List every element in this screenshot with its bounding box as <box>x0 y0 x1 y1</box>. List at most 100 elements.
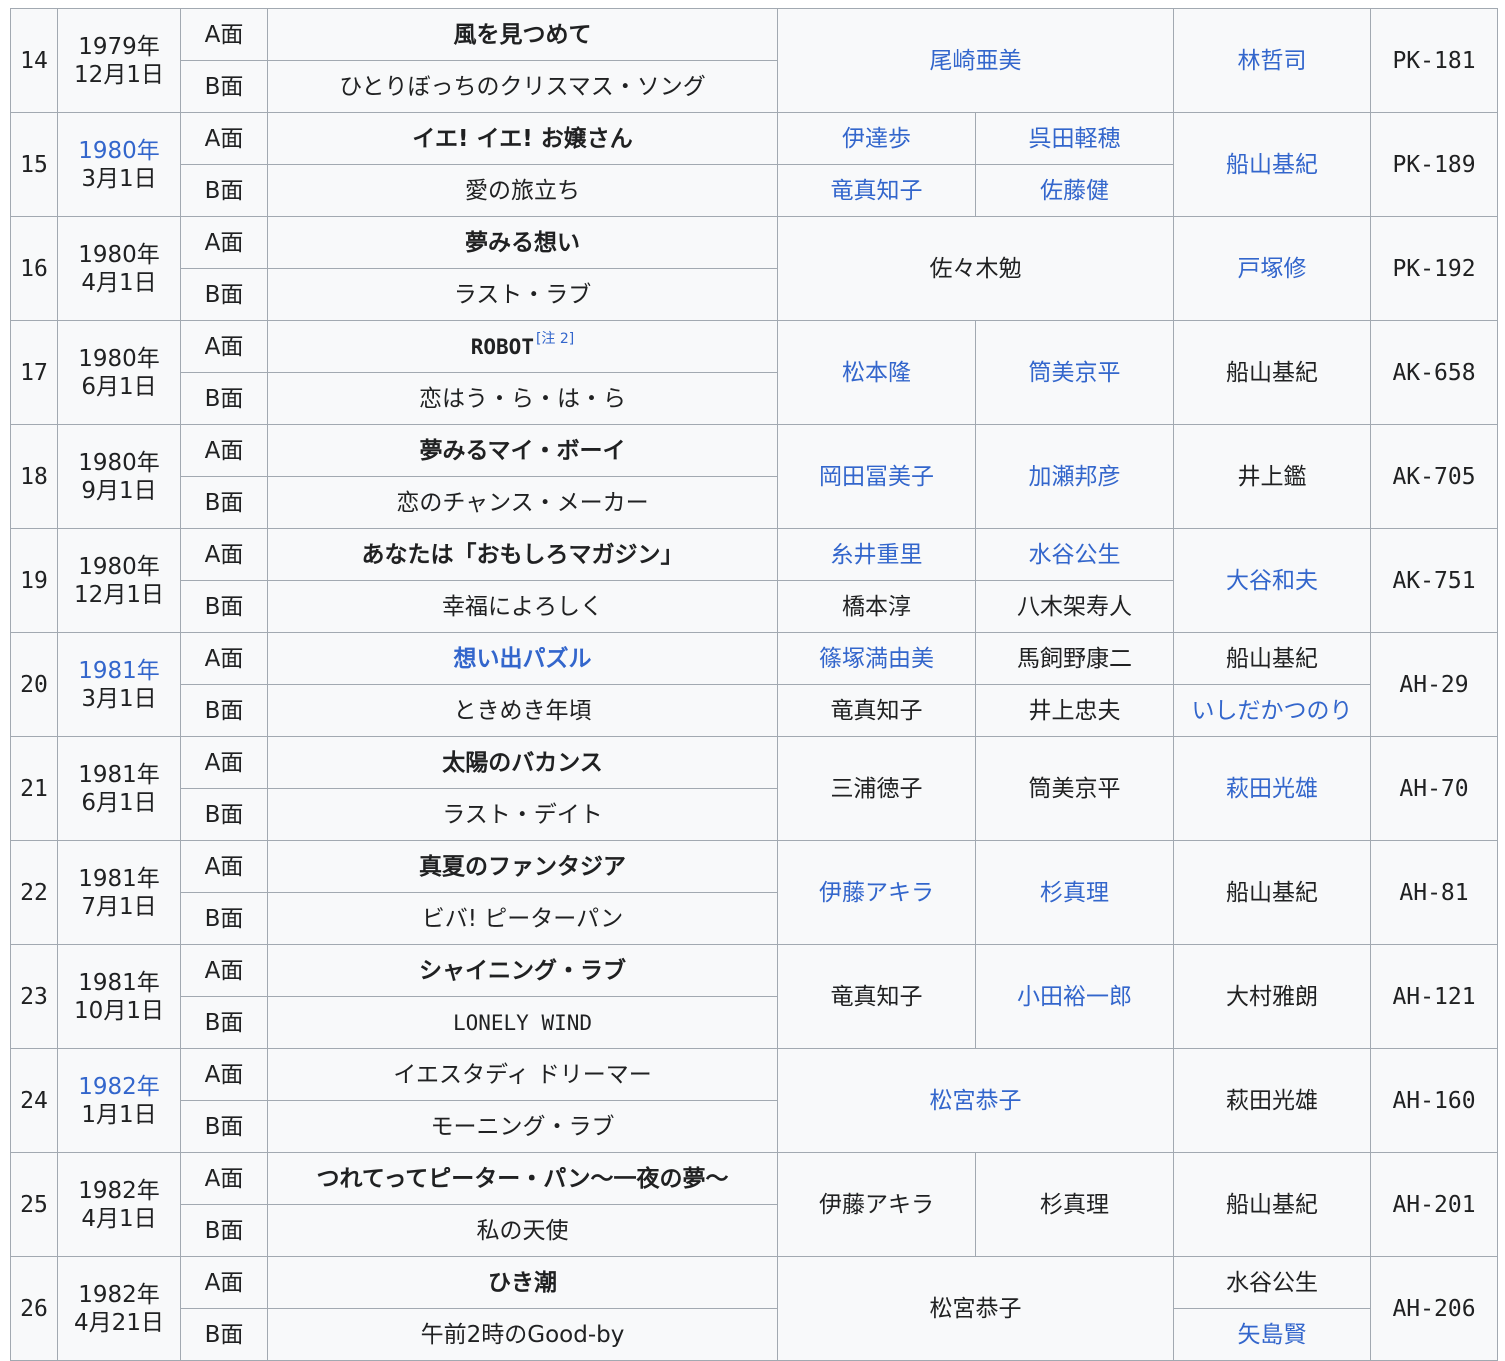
release-year: 1982年 <box>78 1177 160 1204</box>
song-title: ビバ! ピーターパン <box>267 892 778 945</box>
release-day: 4月1日 <box>81 269 157 296</box>
lyricist-link[interactable]: 篠塚満由美 <box>777 632 976 685</box>
catalog-number: AH-81 <box>1370 840 1498 945</box>
song-title: イエ! イエ! お嬢さん <box>267 112 778 165</box>
single-number: 16 <box>10 216 58 321</box>
discography-table: 14 1979年 12月1日 A面 風を見つめて 尾崎亜美 林哲司 PK-181 … <box>10 8 1498 1361</box>
arranger-link[interactable]: 大谷和夫 <box>1173 528 1371 633</box>
song-title: ひとりぼっちのクリスマス・ソング <box>267 60 778 113</box>
release-year-link[interactable]: 1982年 <box>78 1074 160 1100</box>
song-title-link[interactable]: 想い出パズル <box>267 632 778 685</box>
table-row: 25 1982年 4月1日 A面 つれてってピーター・パン〜一夜の夢〜 伊藤アキラ… <box>10 1152 1498 1257</box>
side-label: A面 <box>180 424 268 477</box>
side-label: B面 <box>180 996 268 1049</box>
lyricist-link[interactable]: 松本隆 <box>777 320 976 425</box>
composer-link[interactable]: 佐藤健 <box>975 164 1174 217</box>
lyricist-composer-link[interactable]: 松宮恭子 <box>777 1048 1174 1153</box>
release-year: 1981年 <box>78 761 160 788</box>
song-title: 恋のチャンス・メーカー <box>267 476 778 529</box>
arranger-link[interactable]: いしだかつのり <box>1173 684 1371 737</box>
release-date: 1979年 12月1日 <box>57 8 181 113</box>
song-title-text: LONELY WIND <box>452 1010 593 1035</box>
side-label: B面 <box>180 1308 268 1361</box>
release-year-link[interactable]: 1980年 <box>78 138 160 164</box>
single-number: 19 <box>10 528 58 633</box>
composer-link[interactable]: 小田裕一郎 <box>975 944 1174 1049</box>
catalog-number: AK-705 <box>1370 424 1498 529</box>
release-day: 1月1日 <box>81 1101 157 1128</box>
release-date: 1980年 9月1日 <box>57 424 181 529</box>
lyricist: 三浦徳子 <box>777 736 976 841</box>
arranger-link[interactable]: 萩田光雄 <box>1173 736 1371 841</box>
lyricist-link[interactable]: 伊達歩 <box>777 112 976 165</box>
lyricist: 竜真知子 <box>777 944 976 1049</box>
song-title: 私の天使 <box>267 1204 778 1257</box>
arranger: 井上鑑 <box>1173 424 1371 529</box>
release-day: 6月1日 <box>81 789 157 816</box>
composer-link[interactable]: 呉田軽穂 <box>975 112 1174 165</box>
arranger-link[interactable]: 戸塚修 <box>1173 216 1371 321</box>
single-number: 15 <box>10 112 58 217</box>
single-number: 17 <box>10 320 58 425</box>
arranger-link[interactable]: 矢島賢 <box>1173 1308 1371 1361</box>
song-title: 午前2時のGood-by <box>267 1308 778 1361</box>
arranger: 船山基紀 <box>1173 320 1371 425</box>
catalog-number: AH-70 <box>1370 736 1498 841</box>
lyricist-link[interactable]: 竜真知子 <box>777 164 976 217</box>
lyricist-composer-link[interactable]: 尾崎亜美 <box>777 8 1174 113</box>
single-number: 18 <box>10 424 58 529</box>
arranger-link[interactable]: 船山基紀 <box>1173 112 1371 217</box>
composer-link[interactable]: 筒美京平 <box>975 320 1174 425</box>
catalog-number: AH-201 <box>1370 1152 1498 1257</box>
table-row: 21 1981年 6月1日 A面 太陽のバカンス 三浦徳子 筒美京平 萩田光雄 A… <box>10 736 1498 841</box>
arranger-link[interactable]: 林哲司 <box>1173 8 1371 113</box>
side-label: B面 <box>180 892 268 945</box>
side-label: A面 <box>180 840 268 893</box>
song-title: ラスト・ラブ <box>267 268 778 321</box>
composer-link[interactable]: 杉真理 <box>975 840 1174 945</box>
side-label: B面 <box>180 60 268 113</box>
release-day: 4月1日 <box>81 1205 157 1232</box>
table-row: 20 1981年 3月1日 A面 想い出パズル 篠塚満由美 馬飼野康二 船山基紀 … <box>10 632 1498 737</box>
footnote-link[interactable]: [注 2] <box>536 331 574 347</box>
side-label: B面 <box>180 268 268 321</box>
release-year-link[interactable]: 1981年 <box>78 658 160 684</box>
release-day: 12月1日 <box>74 581 164 608</box>
side-label: A面 <box>180 1048 268 1101</box>
release-year: 1980年 <box>78 241 160 268</box>
lyricist: 竜真知子 <box>777 684 976 737</box>
catalog-number: PK-189 <box>1370 112 1498 217</box>
song-title: モーニング・ラブ <box>267 1100 778 1153</box>
song-title: ときめき年頃 <box>267 684 778 737</box>
catalog-number: AH-29 <box>1370 632 1498 737</box>
composer-link[interactable]: 加瀬邦彦 <box>975 424 1174 529</box>
table-row: 14 1979年 12月1日 A面 風を見つめて 尾崎亜美 林哲司 PK-181 <box>10 8 1498 113</box>
song-title: 恋はう・ら・は・ら <box>267 372 778 425</box>
side-label: A面 <box>180 944 268 997</box>
side-label: B面 <box>180 164 268 217</box>
song-title: 太陽のバカンス <box>267 736 778 789</box>
side-label: A面 <box>180 528 268 581</box>
lyricist-link[interactable]: 糸井重里 <box>777 528 976 581</box>
release-day: 6月1日 <box>81 373 157 400</box>
composer-link[interactable]: 水谷公生 <box>975 528 1174 581</box>
single-number: 20 <box>10 632 58 737</box>
release-day: 12月1日 <box>74 61 164 88</box>
song-title: 真夏のファンタジア <box>267 840 778 893</box>
composer: 筒美京平 <box>975 736 1174 841</box>
release-year: 1981年 <box>78 865 160 892</box>
lyricist-link[interactable]: 岡田冨美子 <box>777 424 976 529</box>
release-day: 3月1日 <box>81 165 157 192</box>
catalog-number: AK-751 <box>1370 528 1498 633</box>
arranger: 船山基紀 <box>1173 840 1371 945</box>
song-title: 夢みるマイ・ボーイ <box>267 424 778 477</box>
release-date: 1981年 3月1日 <box>57 632 181 737</box>
table-row: B面 午前2時のGood-by 矢島賢 <box>11 1308 1498 1361</box>
table-row: 22 1981年 7月1日 A面 真夏のファンタジア 伊藤アキラ 杉真理 船山基紀… <box>10 840 1498 945</box>
side-label: B面 <box>180 580 268 633</box>
side-label: A面 <box>180 632 268 685</box>
release-year: 1980年 <box>78 553 160 580</box>
lyricist-link[interactable]: 伊藤アキラ <box>777 840 976 945</box>
side-label: B面 <box>180 788 268 841</box>
table-row: B面 ときめき年頃 竜真知子 井上忠夫 いしだかつのり <box>11 684 1498 737</box>
